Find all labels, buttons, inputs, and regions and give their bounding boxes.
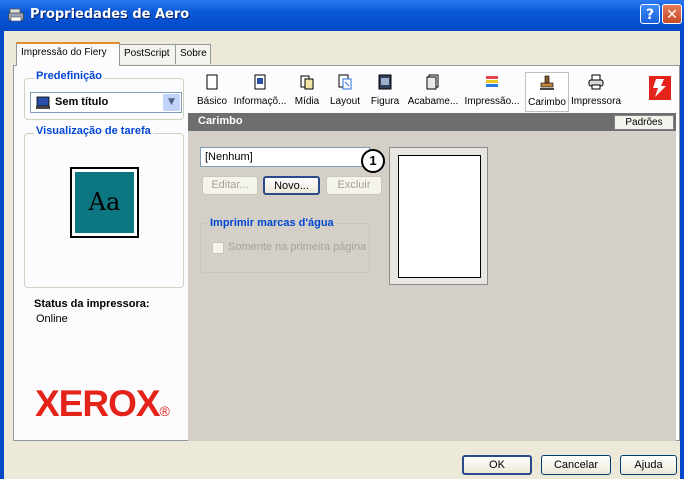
preset-value: Sem título	[55, 96, 109, 108]
close-button[interactable]: ✕	[662, 4, 682, 24]
ribbon-print-quality[interactable]: Impressão...	[462, 72, 522, 112]
delete-button[interactable]: Excluir	[326, 176, 382, 195]
ok-button[interactable]: OK	[462, 455, 532, 475]
ribbon-finishing[interactable]: Acabame...	[405, 72, 461, 112]
ribbon-media[interactable]: Mídia	[291, 72, 323, 112]
printer-app-icon	[8, 8, 24, 22]
edit-button[interactable]: Editar...	[202, 176, 258, 195]
cancel-button[interactable]: Cancelar	[541, 455, 611, 475]
defaults-button[interactable]: Padrões	[614, 115, 674, 130]
ribbon-label: Layout	[329, 96, 361, 107]
page-icon	[206, 74, 218, 90]
tab-label: Impressão do Fiery	[21, 47, 107, 58]
image-icon	[378, 74, 392, 90]
ribbon-image[interactable]: Figura	[368, 72, 402, 112]
ribbon-label: Acabame...	[407, 96, 459, 107]
tab-fiery-printing[interactable]: Impressão do Fiery	[16, 42, 120, 66]
ribbon-fiery-logo[interactable]	[645, 72, 675, 112]
preset-group-title: Predefinição	[34, 70, 105, 82]
logo-text: XEROX	[35, 383, 161, 424]
stamp-icon	[540, 75, 554, 90]
preview-glyph: Aa	[75, 172, 134, 233]
preview-page	[398, 155, 481, 278]
tab-about[interactable]: Sobre	[175, 44, 211, 64]
tab-label: Sobre	[180, 48, 207, 59]
fiery-logo-icon	[649, 76, 671, 100]
callout-marker: 1	[361, 149, 385, 173]
title-bar[interactable]: Propriedades de Aero ? ✕	[0, 0, 684, 31]
job-preview-title: Visualização de tarefa	[34, 125, 153, 137]
first-page-only-label: Somente na primeira página	[228, 241, 367, 253]
ribbon-info[interactable]: Informaçõ...	[230, 72, 290, 112]
help-title-button[interactable]: ?	[640, 4, 660, 24]
layout-icon	[338, 74, 352, 90]
new-button[interactable]: Novo...	[263, 176, 320, 195]
window-title: Propriedades de Aero	[30, 7, 190, 22]
window-border-right	[680, 31, 684, 479]
ribbon-label: Básico	[196, 96, 227, 107]
properties-dialog: Propriedades de Aero ? ✕ Impressão do Fi…	[0, 0, 684, 479]
ribbon-label: Carimbo	[528, 97, 566, 108]
xerox-logo: XEROX®	[35, 383, 170, 425]
tab-label: PostScript	[124, 48, 170, 59]
printer-icon	[588, 74, 604, 90]
chevron-down-icon[interactable]: ▼	[163, 94, 180, 111]
printer-status-label: Status da impressora:	[34, 298, 150, 310]
job-preview-thumbnail: Aa	[70, 167, 139, 238]
section-header: Carimbo	[188, 113, 676, 131]
ribbon-stamp[interactable]: Carimbo	[525, 72, 569, 112]
section-title: Carimbo	[198, 115, 243, 127]
print-quality-icon	[486, 76, 498, 87]
ribbon-label: Informaçõ...	[233, 96, 287, 107]
preset-select[interactable]: Sem título ▼	[30, 92, 182, 113]
ribbon-layout[interactable]: Layout	[326, 72, 364, 112]
logo-registered: ®	[159, 403, 170, 419]
stamp-preview	[389, 147, 488, 285]
tab-postscript[interactable]: PostScript	[119, 44, 176, 64]
watermark-title: Imprimir marcas d'água	[208, 217, 336, 229]
ribbon-basic[interactable]: Básico	[196, 72, 228, 112]
ribbon-label: Impressora	[570, 96, 621, 107]
ribbon-label: Impressão...	[464, 96, 520, 107]
ribbon-label: Mídia	[294, 96, 320, 107]
media-icon	[300, 75, 314, 90]
finishing-icon	[426, 74, 439, 90]
ribbon-label: Figura	[370, 96, 400, 107]
ribbon-printer[interactable]: Impressora	[570, 72, 622, 112]
window-border-left	[0, 31, 4, 479]
preset-icon	[36, 96, 50, 109]
stamp-select[interactable]: [Nenhum]	[200, 147, 370, 167]
first-page-only-checkbox[interactable]	[212, 242, 224, 254]
help-button[interactable]: Ajuda	[620, 455, 677, 475]
info-page-icon	[254, 74, 266, 90]
printer-status-value: Online	[36, 313, 68, 325]
